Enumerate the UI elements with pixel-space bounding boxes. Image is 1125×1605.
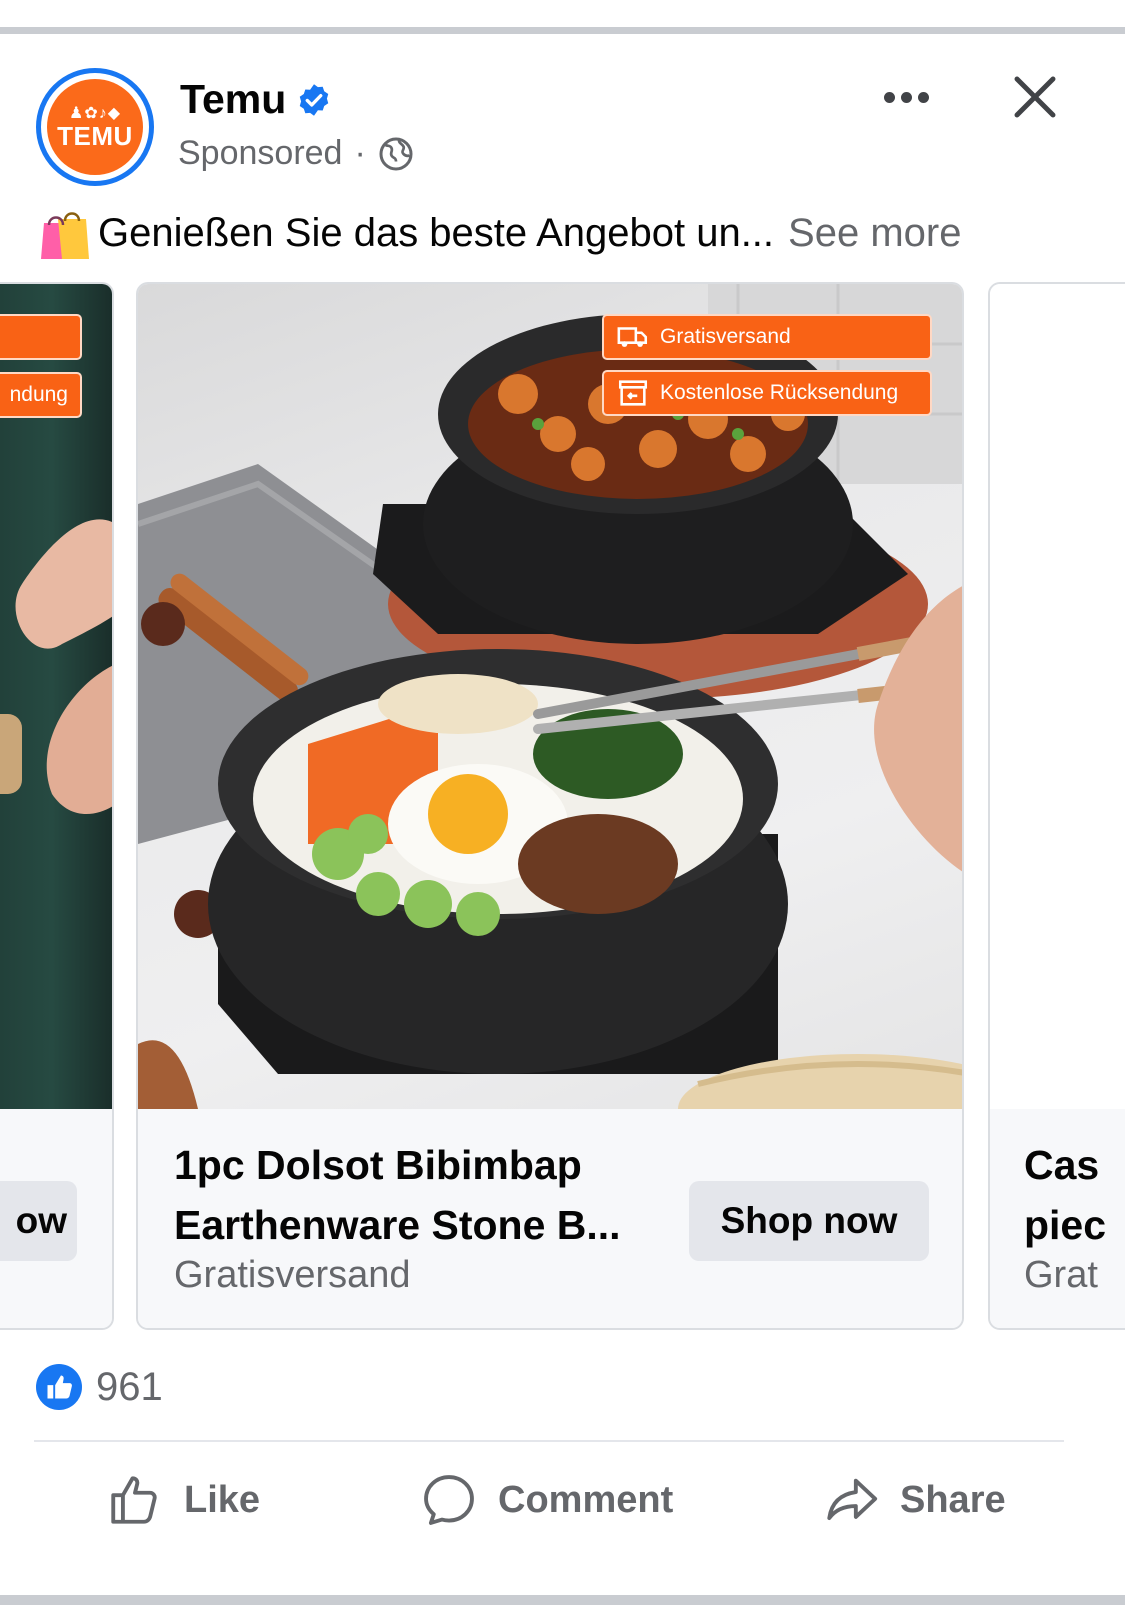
carousel-card-main[interactable]: Gratisversand Kostenlose Rücksendung 1pc… — [136, 282, 964, 1330]
more-dot-icon — [900, 91, 912, 103]
sponsored-label[interactable]: Sponsored — [178, 134, 342, 173]
return-tag: ndung — [0, 372, 82, 418]
feed-separator-bottom — [0, 1595, 1125, 1605]
share-label: Share — [900, 1478, 1006, 1521]
more-dot-icon — [883, 91, 895, 103]
product-image[interactable]: Gratisversand Kostenlose Rücksendung — [138, 284, 962, 1109]
post-caption: Genießen Sie das beste Angebot un... See… — [38, 205, 961, 261]
page-avatar[interactable]: ♟✿♪◆ TEMU — [36, 68, 154, 186]
shop-now-button[interactable]: Shop now — [689, 1181, 929, 1261]
product-subtitle: Grat — [1024, 1254, 1098, 1296]
temu-logo: ♟✿♪◆ TEMU — [47, 79, 143, 175]
reaction-summary[interactable]: 961 — [36, 1364, 163, 1410]
actions-divider — [34, 1440, 1064, 1442]
like-button[interactable]: Like — [106, 1462, 260, 1538]
separator-dot: · — [354, 134, 366, 172]
product-title-line2: piec — [1024, 1202, 1107, 1248]
like-reaction-icon — [36, 1364, 82, 1410]
shipping-tag — [0, 314, 82, 360]
carousel-card-previous[interactable]: ndung ow — [0, 282, 114, 1330]
share-arrow-icon — [827, 1478, 878, 1521]
comment-label: Comment — [498, 1478, 674, 1521]
free-return-tag: Kostenlose Rücksendung — [602, 370, 932, 416]
shop-now-label: ow — [15, 1200, 67, 1241]
comment-button[interactable]: Comment — [420, 1462, 673, 1538]
feed-separator-top — [0, 0, 1125, 34]
hand-holding-pan-image — [0, 519, 112, 814]
sponsored-line: Sponsored · — [178, 134, 414, 173]
product-image[interactable] — [990, 284, 1125, 1109]
card-info: Cas piec Grat — [990, 1109, 1125, 1328]
post-text: Genießen Sie das beste Angebot un... — [98, 210, 775, 255]
see-more-link[interactable]: See more — [788, 211, 961, 256]
carousel-card-next[interactable]: Cas piec Grat — [988, 282, 1125, 1330]
more-dot-icon — [917, 91, 929, 103]
card-info: ow — [0, 1109, 112, 1328]
comment-bubble-icon — [424, 1475, 474, 1525]
close-icon[interactable] — [1008, 70, 1062, 124]
product-subtitle: Gratisversand — [174, 1254, 411, 1296]
globe-icon — [379, 137, 413, 170]
temu-logo-text: TEMU — [57, 121, 133, 151]
product-title-line1: 1pc Dolsot Bibimbap — [174, 1142, 582, 1188]
product-title-line2: Earthenware Stone B... — [174, 1202, 621, 1248]
more-options-button[interactable] — [876, 70, 936, 124]
share-button[interactable]: Share — [822, 1462, 1006, 1538]
free-return-label: Kostenlose Rücksendung — [660, 381, 899, 404]
product-title[interactable]: 1pc Dolsot Bibimbap Earthenware Stone B.… — [174, 1135, 621, 1255]
shop-now-button[interactable]: ow — [0, 1181, 77, 1261]
verified-badge-icon — [300, 83, 329, 116]
thumbs-up-icon — [111, 1476, 157, 1524]
product-image[interactable]: ndung — [0, 284, 112, 1109]
truck-icon — [617, 327, 648, 347]
return-box-icon — [618, 380, 648, 406]
post-actions-bar: Like Comment Share — [0, 1462, 1125, 1538]
free-shipping-label: Gratisversand — [660, 325, 791, 348]
return-tag-label: ndung — [9, 383, 68, 406]
page-name[interactable]: Temu — [180, 76, 286, 123]
page-name-row: Temu — [180, 76, 332, 123]
shopping-bags-emoji-icon — [41, 212, 89, 259]
product-title[interactable]: Cas piec — [1024, 1135, 1106, 1255]
card-info: 1pc Dolsot Bibimbap Earthenware Stone B.… — [138, 1109, 962, 1328]
like-label: Like — [184, 1478, 261, 1521]
free-shipping-tag: Gratisversand — [602, 314, 932, 360]
reaction-count: 961 — [96, 1364, 163, 1409]
product-title-line1: Cas — [1024, 1142, 1100, 1188]
